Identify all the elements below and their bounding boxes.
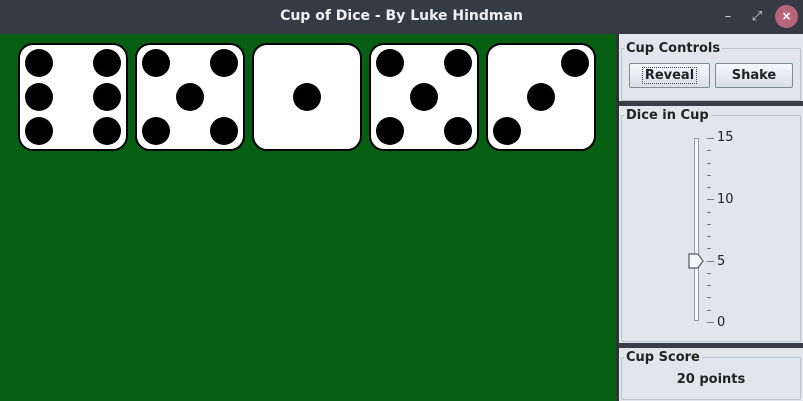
die-pip (493, 117, 521, 145)
die-1 (18, 43, 128, 151)
reveal-button[interactable]: Reveal (629, 63, 710, 88)
panel-separator (619, 343, 803, 348)
die-2 (135, 43, 245, 151)
die-pip (376, 49, 404, 77)
die-4 (369, 43, 479, 151)
die-pip (527, 83, 555, 111)
panel-separator (619, 101, 803, 106)
cup-score-legend: Cup Score (626, 350, 700, 365)
slider-tick (707, 322, 714, 323)
app-window: Cup of Dice - By Luke Hindman – ⤢ × Cup … (0, 0, 803, 401)
reveal-button-label: Reveal (641, 67, 698, 84)
die-pip (210, 49, 238, 77)
die-pip (93, 49, 121, 77)
die-pip (142, 117, 170, 145)
shake-button[interactable]: Shake (715, 63, 793, 88)
slider-tick (707, 261, 714, 262)
slider-tick (707, 163, 711, 164)
dice-in-cup-legend: Dice in Cup (626, 108, 709, 123)
maximize-icon[interactable]: ⤢ (745, 5, 769, 29)
die-pip (93, 117, 121, 145)
slider-tick (707, 236, 711, 237)
title-bar: Cup of Dice - By Luke Hindman – ⤢ × (0, 0, 803, 34)
slider-tick (707, 224, 711, 225)
dice-count-slider-track[interactable] (694, 138, 699, 321)
slider-tick (707, 285, 711, 286)
die-pip (376, 117, 404, 145)
die-3 (252, 43, 362, 151)
cup-score-value: 20 points (676, 372, 746, 387)
die-pip (93, 83, 121, 111)
die-pip (25, 49, 53, 77)
slider-label-5: 5 (717, 254, 726, 269)
minimize-icon[interactable]: – (716, 5, 740, 29)
slider-tick (707, 187, 711, 188)
die-pip (410, 83, 438, 111)
slider-label-15: 15 (717, 130, 734, 145)
slider-tick (707, 310, 711, 311)
cup-controls-legend: Cup Controls (626, 41, 721, 56)
window-title: Cup of Dice - By Luke Hindman (280, 8, 523, 24)
slider-tick (707, 150, 711, 151)
die-pip (210, 117, 238, 145)
slider-tick (707, 273, 711, 274)
slider-tick (707, 248, 711, 249)
slider-label-10: 10 (717, 192, 734, 207)
slider-tick (707, 297, 711, 298)
die-pip (444, 49, 472, 77)
die-pip (444, 117, 472, 145)
die-pip (561, 49, 589, 77)
slider-tick (707, 175, 711, 176)
die-5 (486, 43, 596, 151)
slider-label-0: 0 (717, 315, 726, 330)
die-pip (293, 83, 321, 111)
slider-tick (707, 199, 714, 200)
die-pip (25, 117, 53, 145)
slider-tick (707, 138, 714, 139)
slider-tick (707, 212, 711, 213)
die-pip (25, 83, 53, 111)
dice-in-cup-group: Dice in Cup (621, 108, 801, 342)
close-icon[interactable]: × (775, 5, 798, 28)
die-pip (142, 49, 170, 77)
die-pip (176, 83, 204, 111)
dice-count-slider-thumb[interactable] (688, 253, 704, 269)
